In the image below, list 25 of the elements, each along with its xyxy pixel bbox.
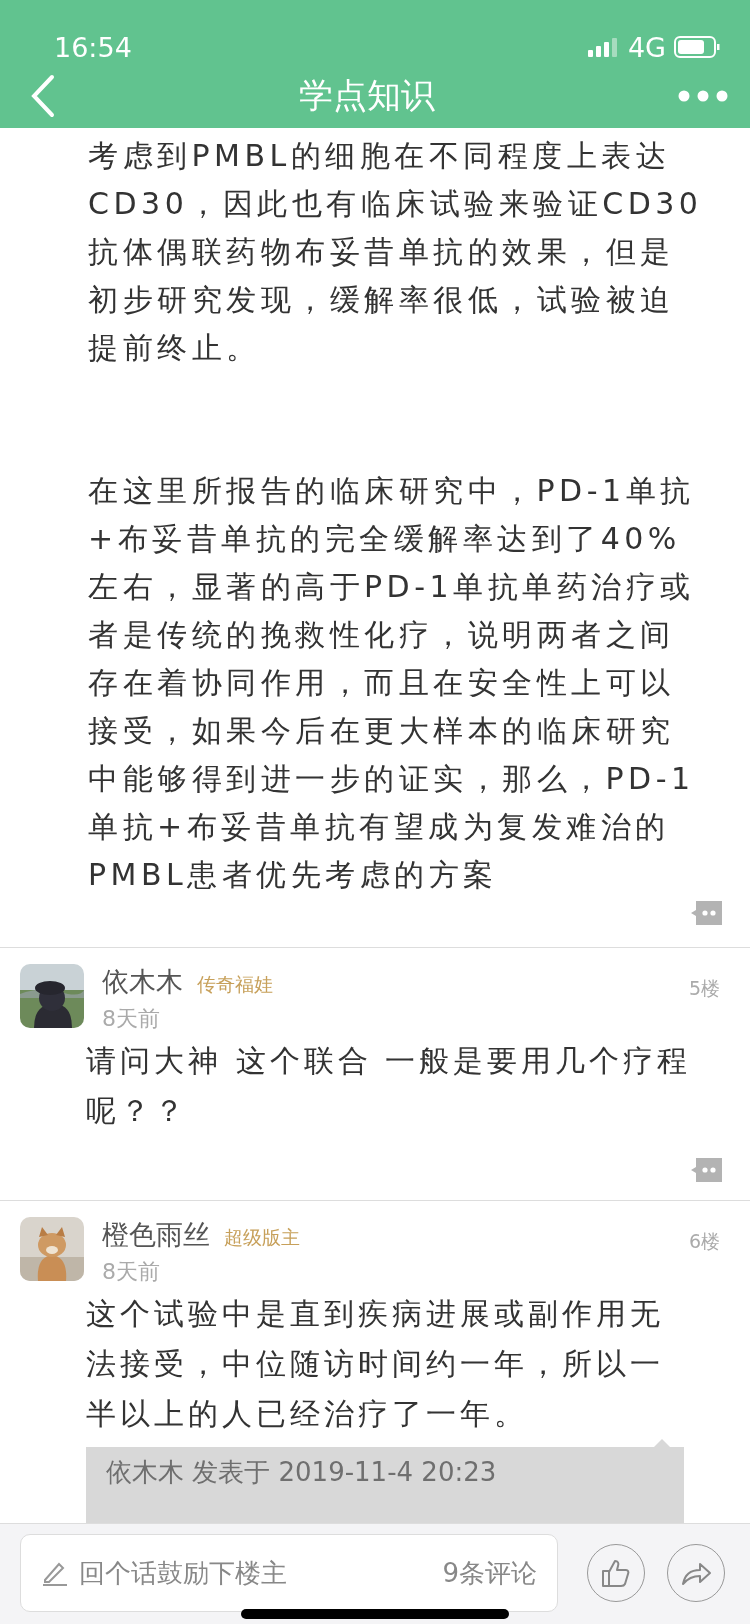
battery-icon [674,36,720,58]
thumbs-up-icon [600,1557,632,1589]
quoted-reply: 依木木 发表于 2019-11-4 20:23 [106,1457,497,1487]
reply-placeholder: 回个话鼓励下楼主 [79,1556,288,1590]
back-icon[interactable] [30,74,56,118]
network-label: 4G [627,31,666,63]
status-time: 16:54 [54,31,132,63]
reply-field[interactable]: 回个话鼓励下楼主 9条评论 [20,1534,558,1612]
page-title: 学点知识 [299,74,435,117]
user-role-label: 传奇福娃 [197,972,273,997]
pencil-icon [41,1560,69,1586]
floor-number: 5楼 [688,976,720,1001]
user-name: 依木木 [102,965,183,999]
post-time: 8天前 [102,1258,161,1286]
post-paragraph: 在这里所报告的临床研究中，PD-1单抗 +布妥昔单抗的完全缓解率达到了40% 左右，显著的高于PD-1单抗单药治疗或 者是传统的挽救性化疗，说明两者之间 存在着协同作用，而且在安全性上可以 接受，如果今后在更大样本的临床研究 中能够得到进一步的证实，那么，PD-1 单抗+布妥昔单抗有望成为复发难治的 PMBL患者优先考虑的方案 [88,472,695,894]
comment-count[interactable]: 9条评论 [442,1555,537,1591]
user-name: 橙色雨丝 [102,1218,210,1252]
post-time: 8天前 [102,1005,161,1033]
signal-icon [587,37,620,57]
post-paragraph: 考虑到PMBL的细胞在不同程度上表达 CD30，因此也有临床试验来验证CD30 抗体偶联药物布妥昔单抗的效果，但是 初步研究发现，缓解率很低，试验被迫 提前终止。 [88,137,703,367]
floor-number: 6楼 [688,1229,720,1254]
user-role-label: 超级版主 [224,1225,300,1250]
comment-text: 请问大神 这个联合 一般是要用几个疗程 呢？？ [86,1042,692,1130]
comment-text: 这个试验中是直到疾病进展或副作用无 法接受，中位随访时间约一年，所以一 半以上的人已经治疗了一年。 [86,1295,664,1433]
more-icon[interactable] [678,89,728,103]
